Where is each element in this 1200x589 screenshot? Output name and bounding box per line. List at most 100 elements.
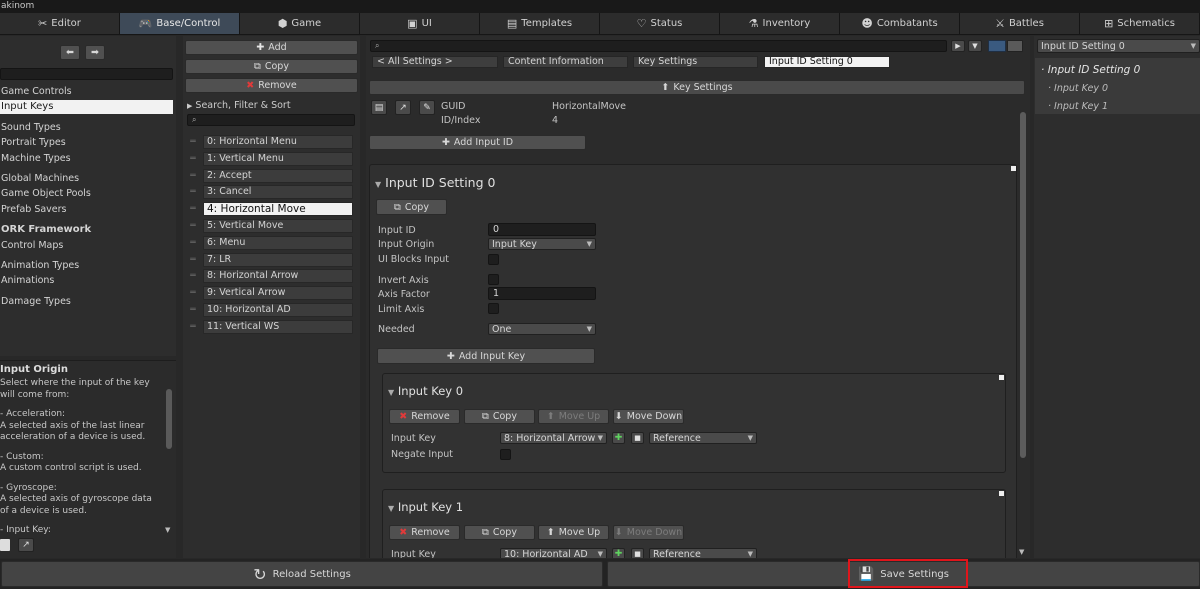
drag-handle-icon[interactable]: ═ (187, 137, 199, 147)
remove-button[interactable]: ✖ Remove (185, 78, 358, 93)
add-input-id-button[interactable]: ✚ Add Input ID (369, 135, 586, 150)
list-search-input[interactable]: ⌕ (187, 114, 355, 126)
nav-item[interactable]: ORK Framework (0, 223, 173, 237)
list-item[interactable]: ═ 0: Horizontal Menu (187, 135, 353, 149)
tree-dropdown[interactable]: Input ID Setting 0 ▼ (1037, 39, 1200, 53)
copy-button[interactable]: ⧉ Copy (185, 59, 358, 74)
limit-axis-checkbox[interactable] (488, 303, 499, 314)
tab-ui[interactable]: ▣ UI (360, 13, 480, 34)
nav-item[interactable]: Control Maps (0, 239, 173, 253)
editor-search-input[interactable]: ⌕ (370, 40, 947, 52)
nav-item[interactable]: Animations (0, 274, 173, 288)
section-resize-handle[interactable] (999, 375, 1004, 380)
key0-input-key-dropdown[interactable]: 8: Horizontal Arrow ▼ (500, 432, 607, 444)
nav-item[interactable]: Input Keys (0, 100, 173, 115)
add-input-key-button[interactable]: ✚ Add Input Key (377, 348, 595, 364)
input-origin-dropdown[interactable]: Input Key ▼ (488, 238, 596, 250)
open-window-icon[interactable]: ↗ (395, 100, 411, 115)
drag-handle-icon[interactable]: ═ (187, 154, 199, 164)
play-button[interactable]: ▶ (951, 40, 965, 52)
key1-add-reference-icon[interactable]: ✚ (612, 548, 625, 558)
back-arrow-button[interactable]: ⬅ (60, 45, 80, 60)
list-item[interactable]: ═ 6: Menu (187, 235, 353, 250)
drag-handle-icon[interactable]: ═ (187, 204, 199, 214)
layout-toggle-icon-2[interactable] (1007, 40, 1023, 52)
tab-combatants[interactable]: ☻ Combatants (840, 13, 960, 34)
key1-toggle-icon[interactable]: ■ (631, 548, 644, 558)
tab-base-control[interactable]: 🎮 Base/Control (120, 13, 240, 34)
tab-schematics[interactable]: ⊞ Schematics (1080, 13, 1200, 34)
key1-input-key-dropdown[interactable]: 10: Horizontal AD ▼ (500, 548, 607, 558)
tab-battles[interactable]: ⚔ Battles (960, 13, 1080, 34)
needed-dropdown[interactable]: One ▼ (488, 323, 596, 335)
add-button[interactable]: ✚ Add (185, 40, 358, 55)
tab-status[interactable]: ♡ Status (600, 13, 720, 34)
edit-icon[interactable]: ✎ (419, 100, 435, 115)
nav-item[interactable]: Portrait Types (0, 136, 173, 150)
breadcrumb-input-id-setting[interactable]: Input ID Setting 0 (764, 56, 890, 68)
setting-copy-button[interactable]: ⧉ Copy (376, 199, 447, 215)
drag-handle-icon[interactable]: ═ (187, 288, 199, 298)
drag-handle-icon[interactable]: ═ (187, 271, 199, 281)
key1-move-down-button[interactable]: ⬇ Move Down (613, 525, 684, 540)
ui-blocks-input-checkbox[interactable] (488, 254, 499, 265)
input-id-field[interactable]: 0 (488, 223, 596, 236)
key1-move-up-button[interactable]: ⬆ Move Up (538, 525, 609, 540)
tree-child-item[interactable]: · Input Key 1 (1048, 101, 1108, 112)
scroll-down-arrow-icon[interactable]: ▼ (165, 526, 170, 534)
drag-handle-icon[interactable]: ═ (187, 255, 199, 265)
scroll-down-arrow-icon[interactable]: ▼ (1019, 548, 1024, 556)
breadcrumb-key-settings[interactable]: Key Settings (633, 56, 758, 68)
key0-add-reference-icon[interactable]: ✚ (612, 432, 625, 444)
key0-remove-button[interactable]: ✖ Remove (389, 409, 460, 424)
nav-search-input[interactable] (0, 68, 173, 80)
editor-scrollbar[interactable] (1020, 112, 1026, 458)
dropdown-arrow-button[interactable]: ▼ (968, 40, 982, 52)
nav-item[interactable]: Global Machines (0, 172, 173, 186)
tab-game[interactable]: ⬢ Game (240, 13, 360, 34)
list-item[interactable]: ═ 9: Vertical Arrow (187, 286, 353, 301)
nav-item[interactable]: Prefab Savers (0, 203, 173, 217)
list-item[interactable]: ═ 7: LR (187, 252, 353, 267)
nav-item[interactable]: Machine Types (0, 152, 173, 166)
section-resize-handle[interactable] (999, 491, 1004, 496)
input-key-0-title[interactable]: ▼ Input Key 0 (388, 384, 463, 398)
input-key-1-title[interactable]: ▼ Input Key 1 (388, 500, 463, 514)
help-scrollbar[interactable] (166, 389, 172, 449)
drag-handle-icon[interactable]: ═ (187, 221, 199, 231)
list-item[interactable]: ═ 10: Horizontal AD (187, 302, 353, 317)
drag-handle-icon[interactable]: ═ (187, 187, 199, 197)
clipboard-icon[interactable] (0, 539, 10, 551)
tab-templates[interactable]: ▤ Templates (480, 13, 600, 34)
reload-settings-button[interactable]: ↻ Reload Settings (1, 561, 603, 587)
list-item[interactable]: ═ 2: Accept (187, 168, 353, 183)
key0-reference-dropdown[interactable]: Reference ▼ (649, 432, 757, 444)
open-window-icon[interactable]: ↗ (18, 538, 34, 552)
drag-handle-icon[interactable]: ═ (187, 322, 199, 332)
search-filter-sort-toggle[interactable]: ▶ Search, Filter & Sort (187, 100, 291, 111)
list-item[interactable]: ═ 3: Cancel (187, 185, 353, 200)
drag-handle-icon[interactable]: ═ (187, 238, 199, 248)
key1-reference-dropdown[interactable]: Reference ▼ (649, 548, 757, 558)
axis-factor-field[interactable]: 1 (488, 287, 596, 300)
list-item[interactable]: ═ 1: Vertical Menu (187, 151, 353, 166)
nav-item[interactable]: Game Object Pools (0, 187, 173, 201)
forward-arrow-button[interactable]: ➡ (85, 45, 105, 60)
negate-input-checkbox[interactable] (500, 449, 511, 460)
key0-move-down-button[interactable]: ⬇ Move Down (613, 409, 684, 424)
key1-remove-button[interactable]: ✖ Remove (389, 525, 460, 540)
setting-title[interactable]: ▼ Input ID Setting 0 (375, 175, 495, 190)
drag-handle-icon[interactable]: ═ (187, 305, 199, 315)
layout-toggle-icon[interactable] (988, 40, 1006, 52)
key-settings-header-button[interactable]: ⬆ Key Settings (369, 80, 1025, 95)
list-item[interactable]: ═ 4: Horizontal Move (187, 202, 353, 217)
tree-root-item[interactable]: · Input ID Setting 0 (1041, 64, 1140, 76)
list-item[interactable]: ═ 5: Vertical Move (187, 218, 353, 233)
tab-inventory[interactable]: ⚗ Inventory (720, 13, 840, 34)
nav-item[interactable]: Game Controls (0, 85, 173, 99)
key0-copy-button[interactable]: ⧉ Copy (464, 409, 535, 424)
key0-move-up-button[interactable]: ⬆ Move Up (538, 409, 609, 424)
breadcrumb-all-settings[interactable]: < All Settings > (372, 56, 498, 68)
clipboard-icon[interactable]: ▤ (371, 100, 387, 115)
nav-item[interactable]: Animation Types (0, 259, 173, 273)
